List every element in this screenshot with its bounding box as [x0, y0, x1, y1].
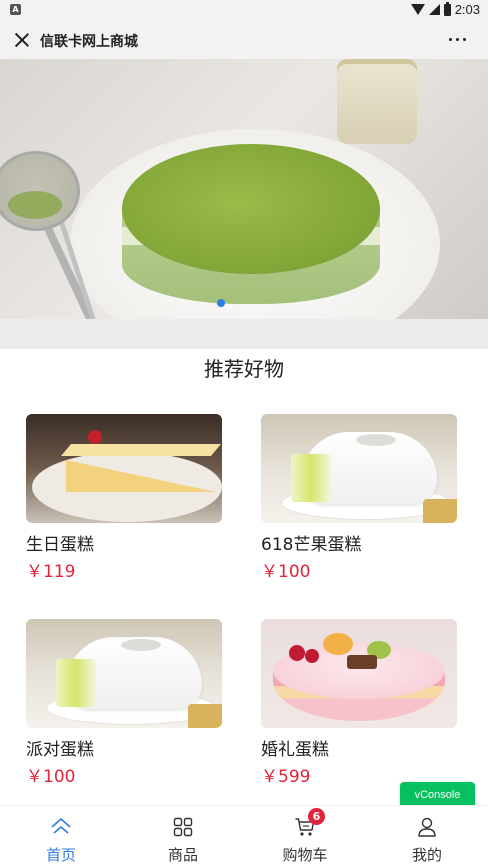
banner-cake-top	[122, 144, 380, 274]
tab-label: 我的	[411, 846, 442, 864]
tab-bar: 首页 商品 购物车 我的	[0, 805, 488, 867]
product-card[interactable]: 618芒果蛋糕 ￥100	[261, 414, 457, 582]
tab-label: 商品	[167, 846, 198, 864]
nav-bar: 信联卡网上商城	[0, 22, 488, 59]
product-name: 生日蛋糕	[26, 535, 94, 555]
cart-badge: 6	[308, 808, 325, 825]
grid-icon	[173, 817, 193, 837]
product-image[interactable]	[26, 619, 222, 728]
tab-label: 购物车	[282, 846, 328, 864]
tab-label: 首页	[45, 846, 76, 864]
product-card[interactable]: 婚礼蛋糕 ￥599	[261, 619, 457, 787]
tab-mine[interactable]: 我的	[366, 806, 488, 867]
tab-home[interactable]: 首页	[0, 806, 122, 867]
section-divider	[0, 319, 488, 349]
notification-icon: A	[10, 4, 21, 15]
tab-products[interactable]: 商品	[122, 806, 244, 867]
carousel-dot-active[interactable]	[217, 299, 225, 307]
product-price: ￥599	[261, 767, 311, 787]
product-image[interactable]	[26, 414, 222, 523]
wifi-icon	[410, 4, 425, 15]
user-icon	[418, 817, 436, 837]
product-price: ￥100	[26, 767, 76, 787]
status-time: 2:03	[454, 2, 480, 17]
banner-carousel[interactable]	[0, 59, 488, 319]
signal-icon	[428, 4, 440, 15]
product-name: 618芒果蛋糕	[261, 535, 362, 555]
product-price: ￥119	[26, 562, 76, 582]
product-image[interactable]	[261, 414, 457, 523]
product-card[interactable]: 派对蛋糕 ￥100	[26, 619, 222, 787]
home-icon	[51, 818, 71, 834]
banner-matcha-powder	[8, 191, 62, 219]
product-card[interactable]: 生日蛋糕 ￥119	[26, 414, 222, 582]
product-name: 婚礼蛋糕	[261, 740, 329, 760]
status-indicators: 2:03	[410, 1, 480, 17]
banner-jar-body	[337, 64, 417, 144]
tab-cart[interactable]: 购物车	[244, 806, 366, 867]
product-name: 派对蛋糕	[26, 740, 94, 760]
product-image[interactable]	[261, 619, 457, 728]
status-bar: A 2:03	[0, 0, 488, 22]
more-icon[interactable]	[449, 38, 466, 41]
section-title: 推荐好物	[204, 357, 284, 381]
close-icon[interactable]	[14, 32, 30, 48]
product-price: ￥100	[261, 562, 311, 582]
battery-icon	[443, 1, 451, 16]
page-title: 信联卡网上商城	[40, 34, 138, 50]
